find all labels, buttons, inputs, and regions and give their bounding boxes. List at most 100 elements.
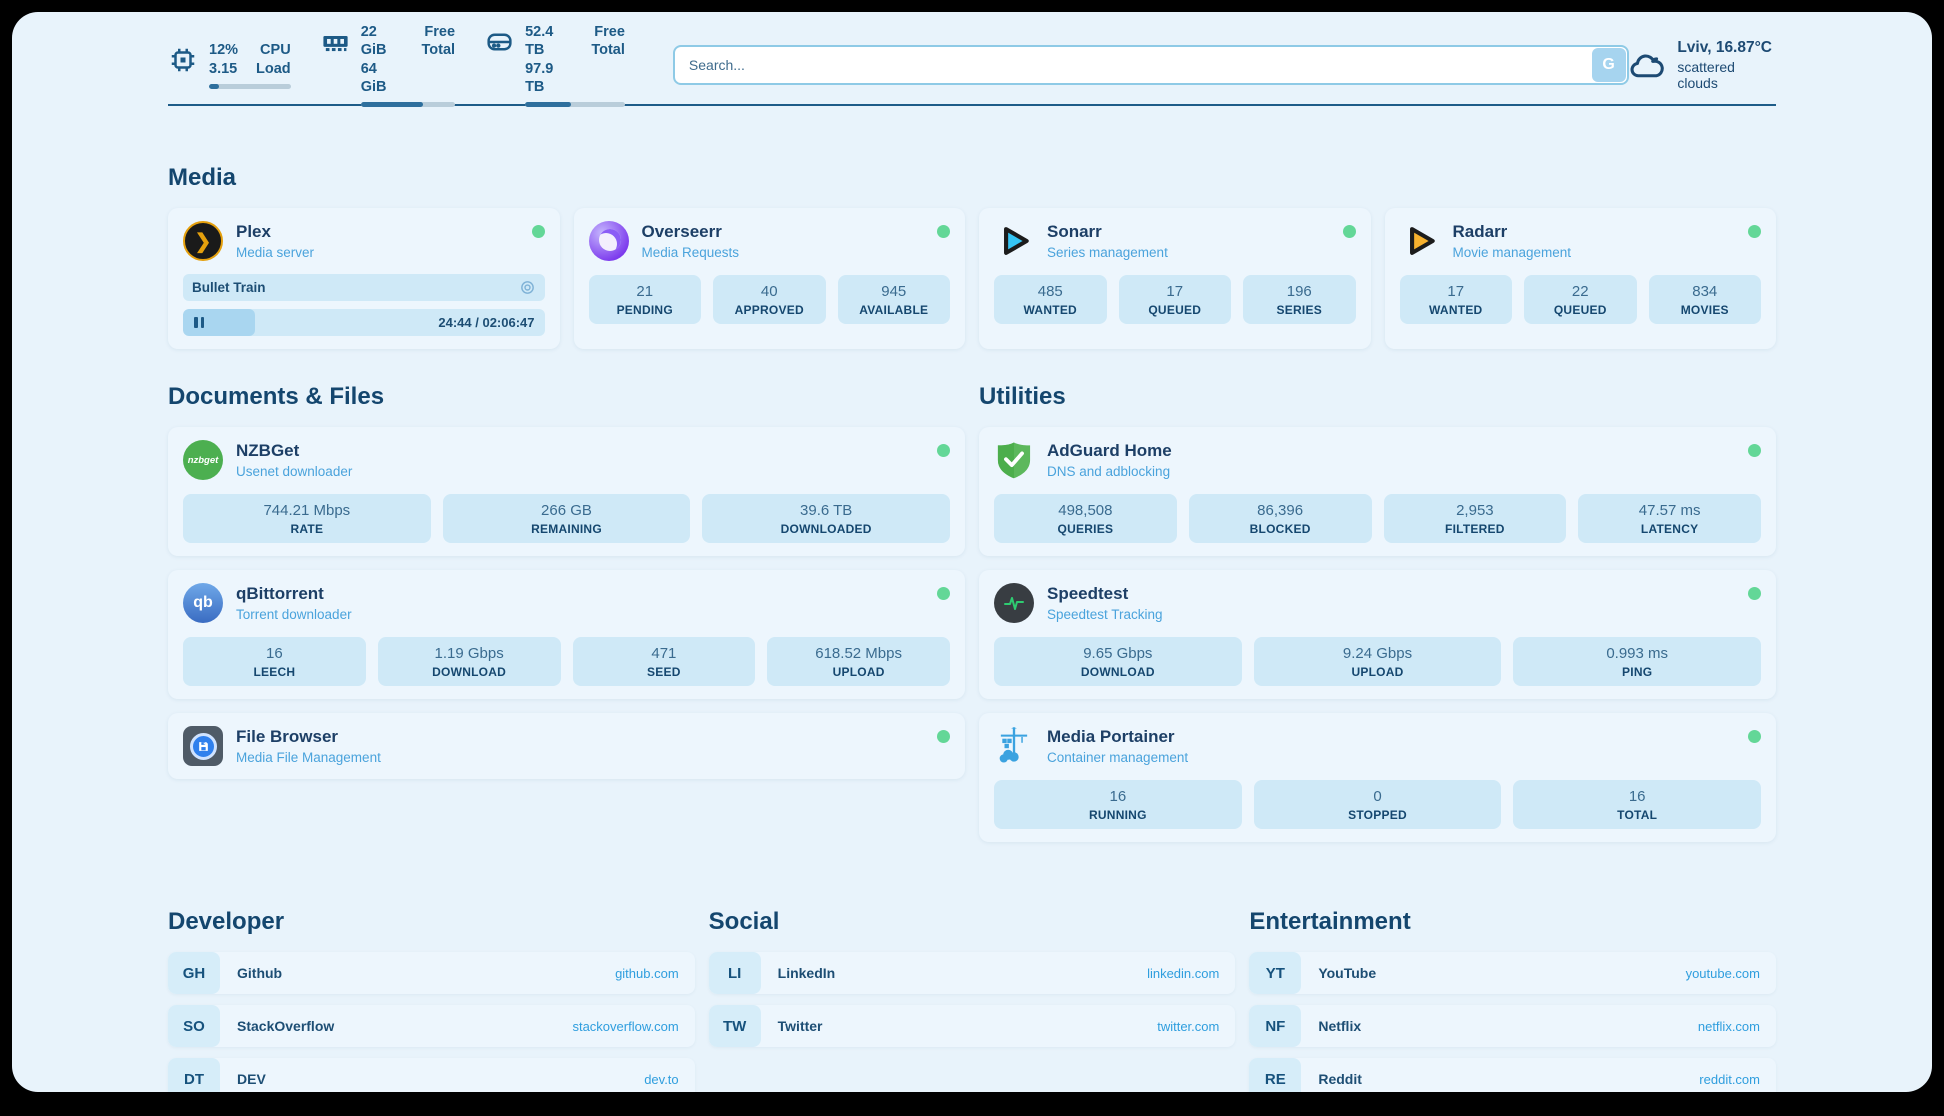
- cpu-icon: [168, 45, 198, 75]
- status-dot: [1748, 444, 1761, 457]
- link-abbr: RE: [1249, 1058, 1301, 1092]
- card-overseerr[interactable]: Overseerr Media Requests 21PENDING 40APP…: [574, 208, 966, 349]
- link-twitter[interactable]: TW Twitter twitter.com: [709, 1005, 1236, 1047]
- section-title-media: Media: [168, 164, 1776, 192]
- disk-free-label: Free: [591, 23, 625, 41]
- ram-total: 64 GiB: [361, 60, 404, 96]
- stat-wanted: 485WANTED: [994, 275, 1107, 324]
- qbittorrent-subtitle: Torrent downloader: [236, 607, 352, 622]
- link-github[interactable]: GH Github github.com: [168, 952, 695, 994]
- link-abbr: DT: [168, 1058, 220, 1092]
- ram-stat-widget: 22 GiB64 GiB FreeTotal: [321, 23, 455, 107]
- stat-movies: 834MOVIES: [1649, 275, 1762, 324]
- speedtest-subtitle: Speedtest Tracking: [1047, 607, 1163, 622]
- link-url: github.com: [615, 966, 679, 981]
- plex-now-playing: Bullet Train: [183, 274, 545, 301]
- search-input[interactable]: [673, 45, 1629, 85]
- cloud-icon: [1629, 48, 1666, 82]
- sonarr-title: Sonarr: [1047, 222, 1168, 242]
- stat-rate: 744.21 MbpsRATE: [183, 494, 431, 543]
- stat-blocked: 86,396BLOCKED: [1189, 494, 1372, 543]
- plex-now-playing-title: Bullet Train: [192, 280, 266, 295]
- search-bar: G: [673, 45, 1629, 85]
- pause-button[interactable]: [194, 317, 204, 328]
- cpu-progress-bar: [209, 84, 291, 89]
- link-abbr: LI: [709, 952, 761, 994]
- weather-location-temp: Lviv, 16.87°C: [1677, 39, 1776, 57]
- link-name: YouTube: [1318, 965, 1376, 981]
- link-name: LinkedIn: [778, 965, 836, 981]
- nzbget-subtitle: Usenet downloader: [236, 464, 352, 479]
- card-speedtest[interactable]: Speedtest Speedtest Tracking 9.65 GbpsDO…: [979, 570, 1776, 699]
- disk-stat-widget: 52.4 TB97.9 TB FreeTotal: [485, 23, 625, 107]
- link-youtube[interactable]: YT YouTube youtube.com: [1249, 952, 1776, 994]
- overseerr-subtitle: Media Requests: [642, 245, 740, 260]
- filebrowser-icon: [183, 726, 223, 766]
- card-qbittorrent[interactable]: qb qBittorrent Torrent downloader 16LEEC…: [168, 570, 965, 699]
- filebrowser-title: File Browser: [236, 727, 381, 747]
- cpu-usage: 12%: [209, 41, 238, 59]
- link-name: Netflix: [1318, 1018, 1361, 1034]
- section-title-entertainment: Entertainment: [1249, 908, 1776, 936]
- portainer-subtitle: Container management: [1047, 750, 1188, 765]
- section-title-developer: Developer: [168, 908, 695, 936]
- ram-progress-bar: [361, 102, 455, 107]
- stat-wanted: 17WANTED: [1400, 275, 1513, 324]
- link-abbr: GH: [168, 952, 220, 994]
- stat-downloaded: 39.6 TBDOWNLOADED: [702, 494, 950, 543]
- sonarr-subtitle: Series management: [1047, 245, 1168, 260]
- stat-available: 945AVAILABLE: [838, 275, 951, 324]
- google-search-button[interactable]: G: [1592, 48, 1626, 82]
- link-url: stackoverflow.com: [572, 1019, 678, 1034]
- status-dot: [937, 225, 950, 238]
- card-adguard[interactable]: AdGuard Home DNS and adblocking 498,508Q…: [979, 427, 1776, 556]
- plex-icon: ❯: [183, 221, 223, 261]
- link-abbr: SO: [168, 1005, 220, 1047]
- ram-free: 22 GiB: [361, 23, 404, 59]
- link-url: netflix.com: [1698, 1019, 1760, 1034]
- portainer-title: Media Portainer: [1047, 727, 1188, 747]
- overseerr-icon: [589, 221, 629, 261]
- card-nzbget[interactable]: nzbget NZBGet Usenet downloader 744.21 M…: [168, 427, 965, 556]
- link-name: StackOverflow: [237, 1018, 334, 1034]
- link-url: linkedin.com: [1147, 966, 1219, 981]
- cpu-stat-widget: 12%3.15 CPULoad: [168, 41, 291, 88]
- stat-total: 16TOTAL: [1513, 780, 1761, 829]
- overseerr-title: Overseerr: [642, 222, 740, 242]
- ram-icon: [321, 27, 350, 57]
- status-dot: [1748, 225, 1761, 238]
- card-radarr[interactable]: Radarr Movie management 17WANTED 22QUEUE…: [1385, 208, 1777, 349]
- disk-icon: [485, 27, 514, 57]
- plex-playback-time: 24:44 / 02:06:47: [438, 309, 534, 336]
- link-abbr: TW: [709, 1005, 761, 1047]
- qbittorrent-icon: qb: [183, 583, 223, 623]
- plex-title: Plex: [236, 222, 314, 242]
- link-linkedin[interactable]: LI LinkedIn linkedin.com: [709, 952, 1236, 994]
- stat-latency: 47.57 msLATENCY: [1578, 494, 1761, 543]
- link-name: Github: [237, 965, 282, 981]
- speedtest-title: Speedtest: [1047, 584, 1163, 604]
- link-dev[interactable]: DT DEV dev.to: [168, 1058, 695, 1092]
- nzbget-icon: nzbget: [183, 440, 223, 480]
- adguard-icon: [994, 440, 1034, 480]
- link-stackoverflow[interactable]: SO StackOverflow stackoverflow.com: [168, 1005, 695, 1047]
- link-url: youtube.com: [1686, 966, 1760, 981]
- card-plex[interactable]: ❯ Plex Media server Bullet Train: [168, 208, 560, 349]
- stat-upload: 618.52 MbpsUPLOAD: [767, 637, 950, 686]
- stat-seed: 471SEED: [573, 637, 756, 686]
- card-sonarr[interactable]: Sonarr Series management 485WANTED 17QUE…: [979, 208, 1371, 349]
- top-bar: 12%3.15 CPULoad 22 GiB64 GiB FreeTotal: [168, 12, 1776, 88]
- sonarr-icon: [994, 221, 1034, 261]
- stat-running: 16RUNNING: [994, 780, 1242, 829]
- ram-free-label: Free: [421, 23, 455, 41]
- link-reddit[interactable]: RE Reddit reddit.com: [1249, 1058, 1776, 1092]
- radarr-subtitle: Movie management: [1453, 245, 1572, 260]
- radarr-icon: [1400, 221, 1440, 261]
- card-portainer[interactable]: Media Portainer Container management 16R…: [979, 713, 1776, 842]
- stat-stopped: 0STOPPED: [1254, 780, 1502, 829]
- weather-widget: Lviv, 16.87°C scattered clouds: [1629, 39, 1776, 91]
- card-filebrowser[interactable]: File Browser Media File Management: [168, 713, 965, 779]
- cpu-load-value: 3.15: [209, 60, 238, 78]
- link-netflix[interactable]: NF Netflix netflix.com: [1249, 1005, 1776, 1047]
- adguard-subtitle: DNS and adblocking: [1047, 464, 1172, 479]
